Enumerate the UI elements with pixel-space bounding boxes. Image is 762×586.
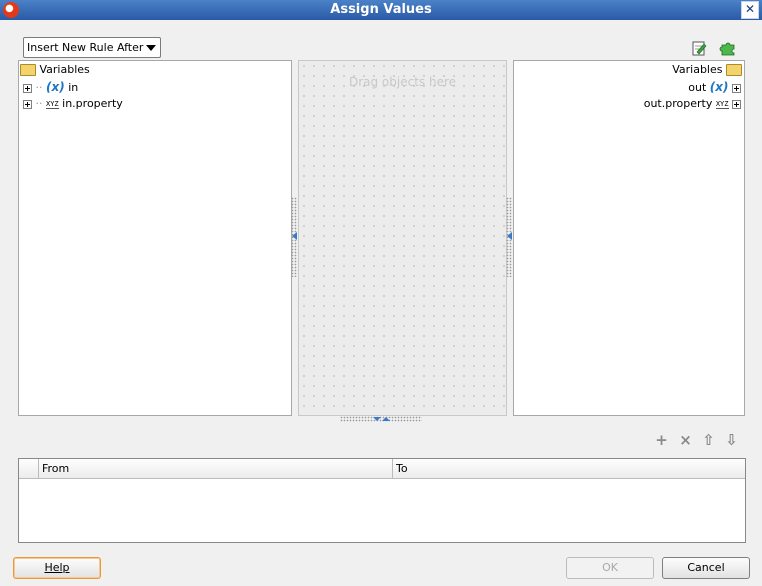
help-button[interactable]: Help <box>13 557 101 579</box>
source-root-label: Variables <box>39 63 90 76</box>
drag-hint: Drag objects here <box>348 75 457 89</box>
column-header-from[interactable]: From <box>38 459 392 478</box>
collapse-right-icon[interactable] <box>507 232 512 240</box>
variable-icon: (x) <box>709 80 729 94</box>
insert-mode-dropdown[interactable]: Insert New Rule After <box>23 37 161 58</box>
bottom-splitter[interactable] <box>340 416 422 422</box>
insert-mode-value: Insert New Rule After <box>27 41 144 54</box>
tree-item-label: out.property <box>643 97 713 110</box>
variable-icon: (x) <box>46 80 65 94</box>
rules-table[interactable]: From To <box>18 458 746 543</box>
target-variables-root[interactable]: Variables <box>672 62 742 78</box>
help-button-label: Help <box>44 561 70 574</box>
source-variables-panel[interactable]: Variables ·· (x) in ·· XYZ in.property <box>18 60 292 416</box>
title-bar: Assign Values ✕ <box>0 0 762 20</box>
tree-item[interactable]: ·· (x) in <box>23 79 78 95</box>
chevron-down-icon <box>146 45 156 51</box>
xml-element-icon: XYZ <box>715 99 729 109</box>
delete-rule-icon[interactable]: × <box>678 433 693 448</box>
xml-element-icon: XYZ <box>46 99 59 109</box>
tree-item-label: in <box>68 81 79 94</box>
column-header-to[interactable]: To <box>392 459 745 478</box>
collapse-down-icon[interactable] <box>373 417 381 421</box>
add-rule-icon[interactable]: + <box>654 433 669 448</box>
tree-item[interactable]: ·· XYZ in.property <box>23 96 123 112</box>
move-up-icon[interactable]: ⇧ <box>701 433 716 448</box>
expand-icon[interactable] <box>732 99 741 109</box>
close-icon[interactable]: ✕ <box>741 1 759 19</box>
target-root-label: Variables <box>672 63 723 76</box>
tree-item[interactable]: out.property XYZ <box>644 96 741 112</box>
table-header: From To <box>19 459 745 479</box>
function-puzzle-icon[interactable] <box>719 39 735 56</box>
edit-expression-icon[interactable] <box>691 40 707 56</box>
expand-up-icon[interactable] <box>382 417 390 421</box>
tree-item-label: in.property <box>62 97 123 110</box>
folder-open-icon <box>726 64 742 76</box>
collapse-left-icon[interactable] <box>292 232 297 240</box>
expand-icon[interactable] <box>23 99 32 109</box>
row-header-column <box>19 459 38 478</box>
ok-button[interactable]: OK <box>566 557 654 579</box>
expand-icon[interactable] <box>23 83 32 93</box>
folder-open-icon <box>20 64 36 76</box>
tree-item[interactable]: out (x) <box>688 79 741 95</box>
target-variables-panel[interactable]: Variables out (x) out.property XYZ <box>513 60 745 416</box>
mapping-canvas[interactable]: Drag objects here <box>298 60 507 416</box>
window-title: Assign Values <box>330 2 432 17</box>
source-variables-root[interactable]: Variables <box>20 62 90 78</box>
move-down-icon[interactable]: ⇩ <box>724 433 739 448</box>
cancel-button[interactable]: Cancel <box>662 557 750 579</box>
expand-icon[interactable] <box>732 83 741 93</box>
tree-item-label: out <box>688 81 707 94</box>
